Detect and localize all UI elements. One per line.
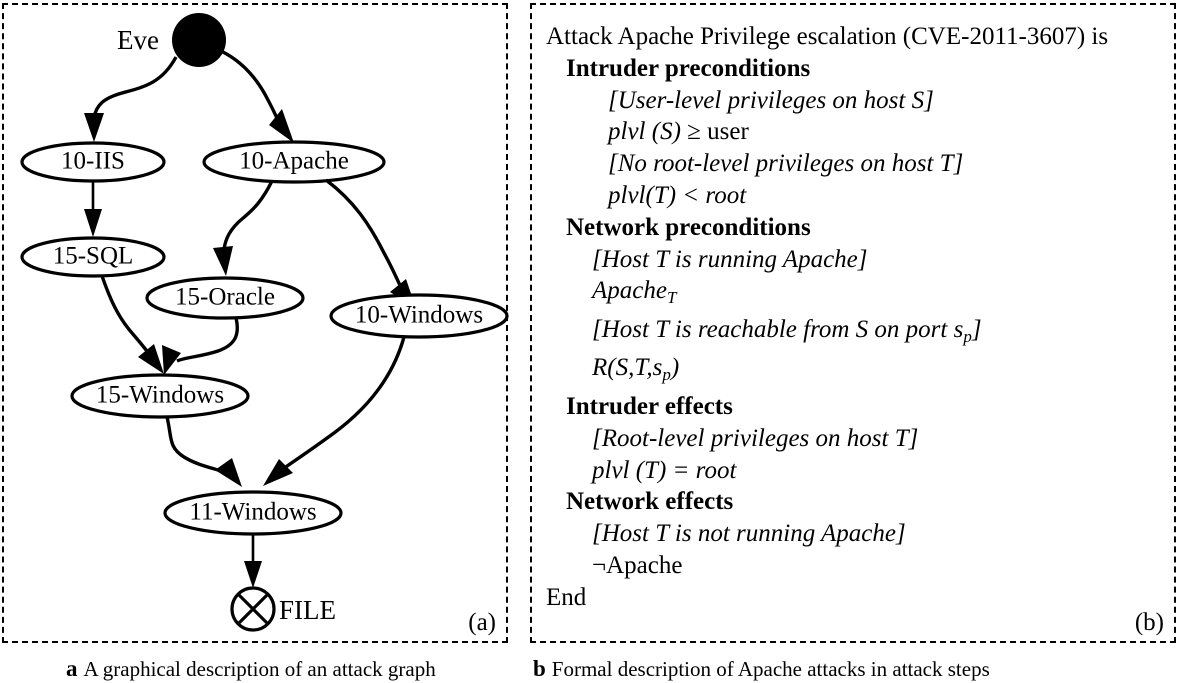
node-label-10-iis: 10-IIS [61,148,125,175]
formal-line-host-t-reachable: [Host T is reachable from S on port sp] [592,315,982,346]
formal-line-end: End [546,583,587,611]
formal-attack-step-listing: Attack Apache Privilege escalation (CVE-… [546,21,1166,614]
node-label-10-windows: 10-Windows [355,302,483,329]
node-label-15-oracle: 15-Oracle [175,284,275,311]
edge-15oracle-to-15windows [176,317,239,363]
formal-line-plvl-t-lt-root: plvl(T) < root [608,181,747,209]
caption-b-letter: b [533,656,546,681]
caption-a-letter: a [66,656,78,681]
caption-panel-a: aA graphical description of an attack gr… [66,656,436,682]
edge-10apache-to-10windows [324,178,407,297]
arrowhead-10iis-to-15sql [84,209,102,237]
panel-attack-graph: 10-IIS 10-Apache 15-SQL 15-Oracle 10-Win… [2,3,509,643]
arrowhead-15windows-to-11windows [215,458,242,487]
node-label-10-apache: 10-Apache [239,148,349,175]
attack-graph-canvas: 10-IIS 10-Apache 15-SQL 15-Oracle 10-Win… [20,13,509,632]
node-label-15-sql: 15-SQL [53,243,134,270]
arrowhead-eve-to-10iis [84,113,104,142]
edge-10windows-to-11windows [274,336,406,476]
arrowhead-11windows-to-file [244,561,262,588]
figure-root: 10-IIS 10-Apache 15-SQL 15-Oracle 10-Win… [0,0,1181,683]
formal-line-host-t-running-apache: [Host T is running Apache] [592,245,868,273]
panel-formal-description: Attack Apache Privilege escalation (CVE-… [530,3,1176,643]
formal-line-user-level-privileges: [User-level privileges on host S] [608,86,934,114]
formal-line-root-level-privileges: [Root-level privileges on host T] [592,424,919,452]
arrowhead-15sql-to-15windows [138,344,164,374]
formal-line-plvl-s-ge-user: plvl (S) ≥ user [608,118,749,146]
formal-line-title: Attack Apache Privilege escalation (CVE-… [546,23,1109,50]
formal-line-apache-t: ApacheT [592,277,677,308]
node-label-15-windows: 15-Windows [96,382,224,409]
attacker-node-eve[interactable] [172,13,226,67]
formal-line-plvl-t-eq-root: plvl (T) = root [592,456,737,484]
attacker-label-eve: Eve [117,25,159,55]
edge-eve-to-10iis [92,56,178,119]
formal-heading-intruder-preconditions: Intruder preconditions [566,54,811,82]
arrowhead-10apache-to-15oracle [213,246,233,276]
formal-heading-network-effects: Network effects [566,488,734,516]
panel-b-tag: (b) [1134,609,1164,636]
formal-line-r-s-t-sp: R(S,T,sp) [592,354,680,385]
edge-15sql-to-15windows [100,275,156,362]
node-label-11-windows: 11-Windows [189,499,316,526]
formal-heading-intruder-effects: Intruder effects [566,393,733,421]
panel-a-tag: (a) [468,609,496,636]
goal-label-file: FILE [279,595,336,625]
formal-line-host-t-not-running-apache: [Host T is not running Apache] [592,520,906,548]
edge-10apache-to-15oracle [222,180,274,251]
formal-heading-network-preconditions: Network preconditions [566,213,811,241]
arrowhead-eve-to-10apache [269,109,294,143]
caption-a-text: A graphical description of an attack gra… [83,657,436,681]
caption-b-text: Formal description of Apache attacks in … [551,657,990,681]
formal-line-not-apache: ¬Apache [592,552,683,579]
caption-panel-b: b Formal description of Apache attacks in… [533,656,990,682]
formal-line-no-root-level-privileges: [No root-level privileges on host T] [608,150,964,178]
